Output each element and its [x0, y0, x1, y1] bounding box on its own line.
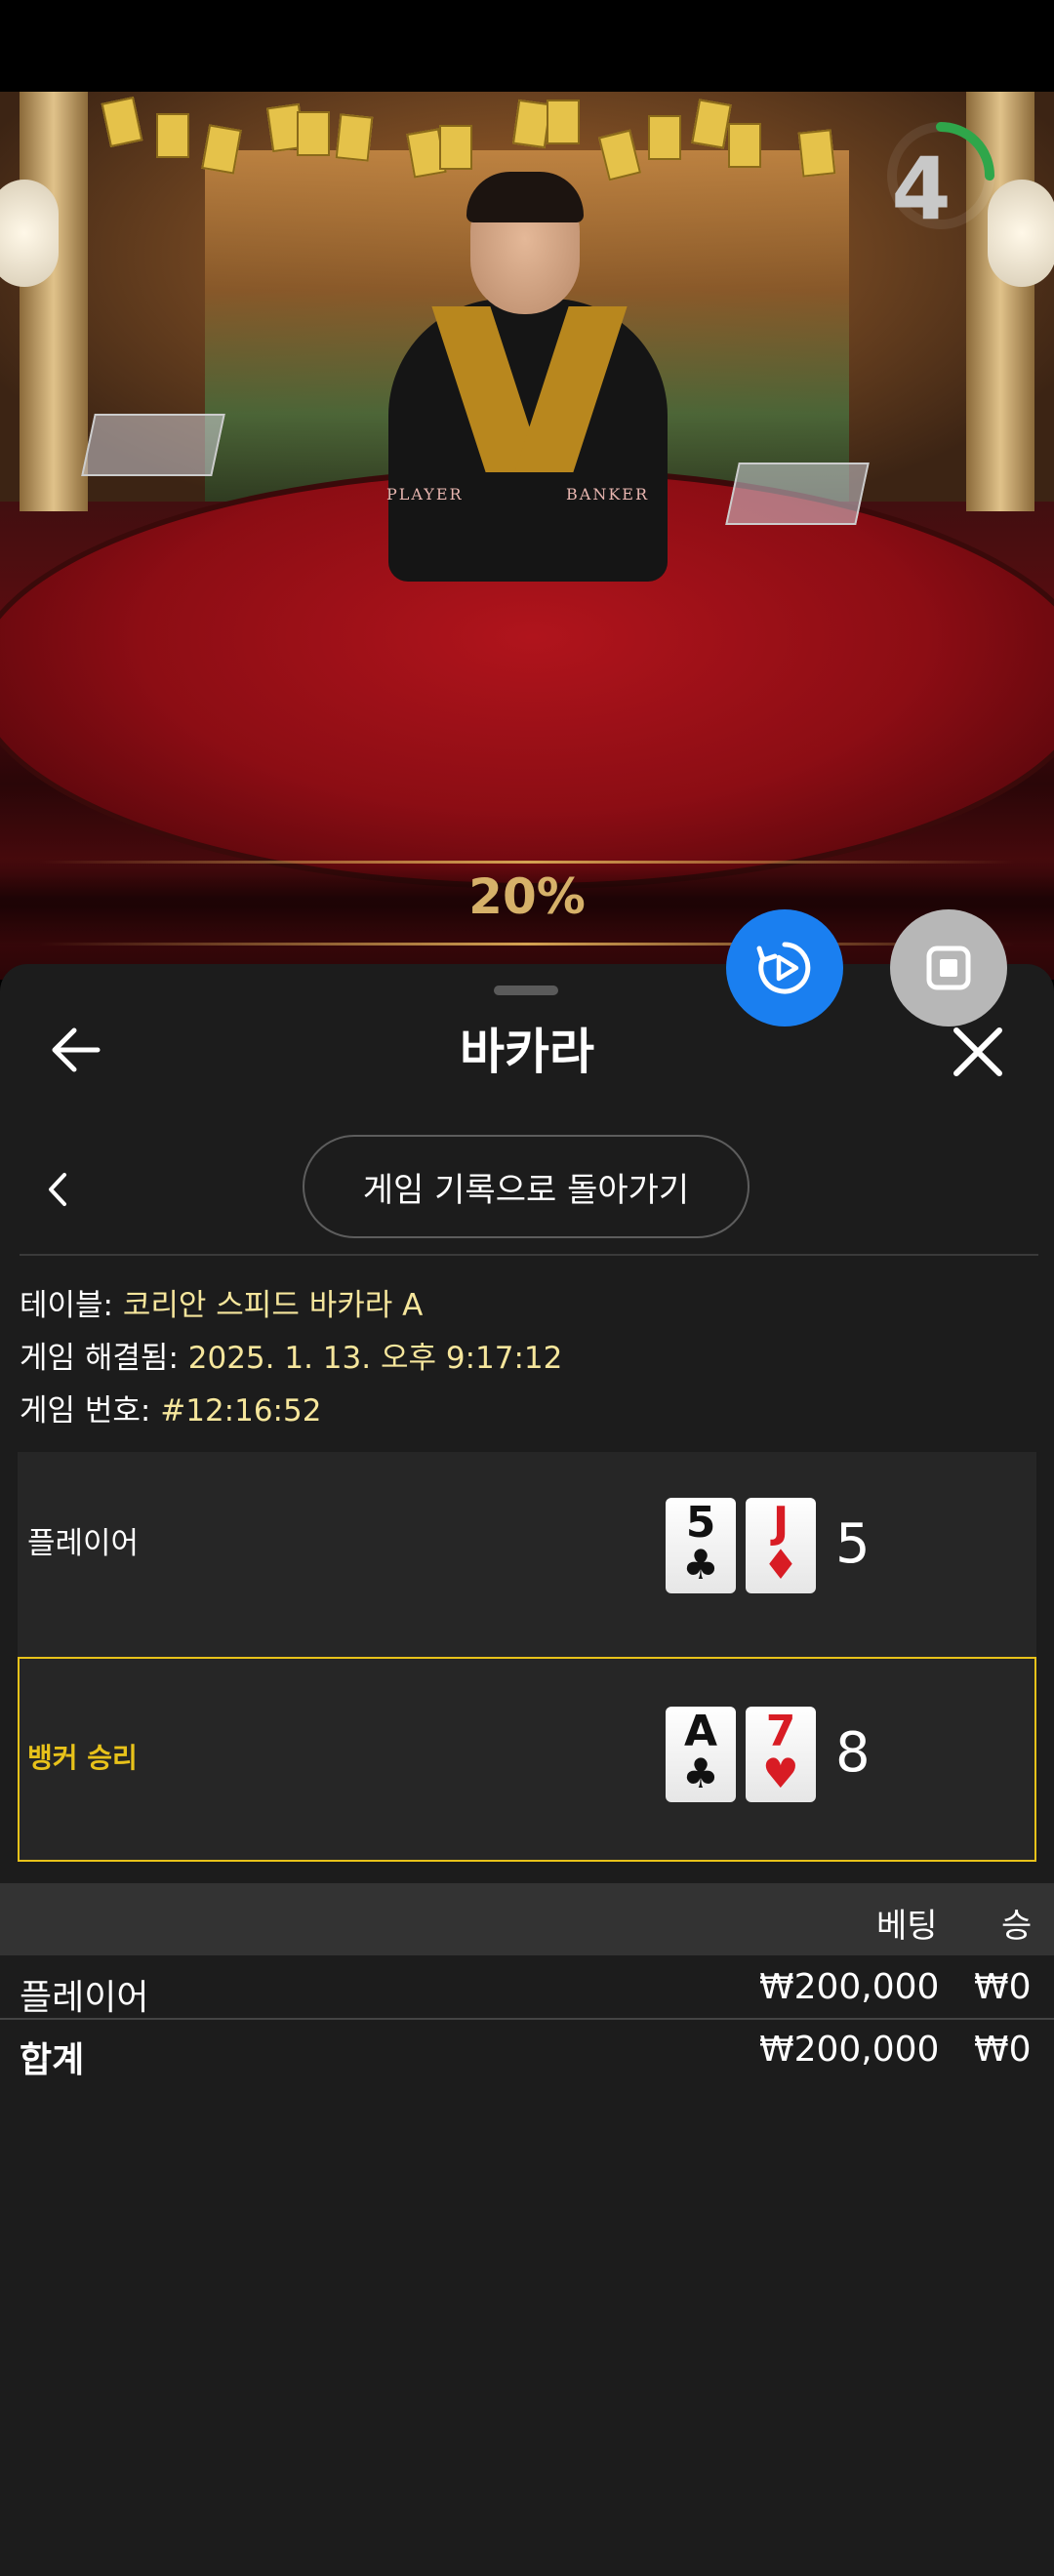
- percent-value: 20%: [468, 868, 586, 925]
- countdown-number: 4: [891, 139, 952, 239]
- player-label: 플레이어: [27, 1526, 140, 1561]
- info-table: 테이블: 코리안 스피드 바카라 A: [20, 1280, 423, 1324]
- gold-tag: [547, 100, 580, 144]
- card-rank: 7: [765, 1707, 796, 1756]
- page-title: 바카라: [460, 1024, 594, 1080]
- banker-score: 8: [835, 1721, 871, 1785]
- card-rank: J: [772, 1498, 790, 1548]
- gold-tag: [297, 111, 330, 156]
- total-bet: ₩200,000: [759, 2030, 940, 2070]
- gold-tag: [439, 125, 472, 170]
- bet-row-amount: ₩200,000: [759, 1967, 940, 2007]
- replay-button[interactable]: [726, 909, 843, 1026]
- drag-handle[interactable]: [494, 986, 558, 995]
- percent-line-top: [39, 861, 1015, 864]
- bet-row-win: ₩0: [974, 1967, 1032, 2007]
- info-resolved-value: 2025. 1. 13. 오후 9:17:12: [187, 1341, 563, 1376]
- banker-result-row: [18, 1657, 1036, 1862]
- card-suit: ♣: [682, 1541, 719, 1589]
- divider: [0, 2018, 1054, 2020]
- gold-tag: [797, 129, 836, 178]
- divider: [20, 1254, 1038, 1256]
- discard-tray: [725, 463, 870, 525]
- close-icon[interactable]: [951, 1025, 1005, 1079]
- info-resolved: 게임 해결됨: 2025. 1. 13. 오후 9:17:12: [20, 1333, 562, 1377]
- percent-line-bottom: [39, 943, 1015, 946]
- info-round: 게임 번호: #12:16:52: [20, 1386, 321, 1429]
- info-resolved-label: 게임 해결됨:: [20, 1341, 179, 1376]
- banker-win-label: 뱅커 승리: [27, 1742, 138, 1774]
- info-table-label: 테이블:: [20, 1288, 114, 1323]
- stop-button[interactable]: [890, 909, 1007, 1026]
- gold-tag: [728, 123, 761, 168]
- info-table-value: 코리안 스피드 바카라 A: [122, 1288, 424, 1323]
- card-suit: ♦: [762, 1541, 799, 1589]
- card-rank: A: [683, 1707, 718, 1756]
- status-bar: [0, 0, 1054, 92]
- card-suit: ♣: [682, 1750, 719, 1797]
- playing-card: A ♣: [666, 1707, 736, 1802]
- bet-row-label: 플레이어: [20, 1978, 149, 2018]
- playing-card: J ♦: [746, 1498, 816, 1593]
- stop-icon: [926, 946, 971, 990]
- playing-card: 7 ♥: [746, 1707, 816, 1802]
- chevron-left-icon[interactable]: [43, 1169, 72, 1210]
- card-rank: 5: [685, 1498, 716, 1548]
- playing-card: 5 ♣: [666, 1498, 736, 1593]
- replay-icon: [756, 942, 811, 994]
- back-arrow-icon[interactable]: [49, 1025, 107, 1075]
- table-label-banker: BANKER: [566, 485, 649, 503]
- column-header-bet: 베팅: [876, 1907, 938, 1946]
- gold-tag: [335, 113, 374, 162]
- card-shoe: [81, 414, 225, 476]
- card-suit: ♥: [762, 1750, 799, 1797]
- player-result-row: [18, 1452, 1036, 1657]
- column-header-win: 승: [1001, 1907, 1033, 1946]
- gold-tag: [648, 115, 681, 160]
- gold-tag: [156, 113, 189, 158]
- total-label: 합계: [20, 2040, 85, 2080]
- table-label-player: PLAYER: [386, 485, 464, 503]
- back-to-history-button[interactable]: 게임 기록으로 돌아가기: [303, 1135, 750, 1238]
- info-round-label: 게임 번호:: [20, 1393, 151, 1429]
- total-win: ₩0: [974, 2030, 1032, 2070]
- lantern-left: [0, 180, 59, 287]
- dealer-hair: [466, 172, 584, 222]
- player-score: 5: [835, 1512, 871, 1576]
- info-round-value: #12:16:52: [160, 1393, 322, 1429]
- pillar-left: [20, 92, 88, 511]
